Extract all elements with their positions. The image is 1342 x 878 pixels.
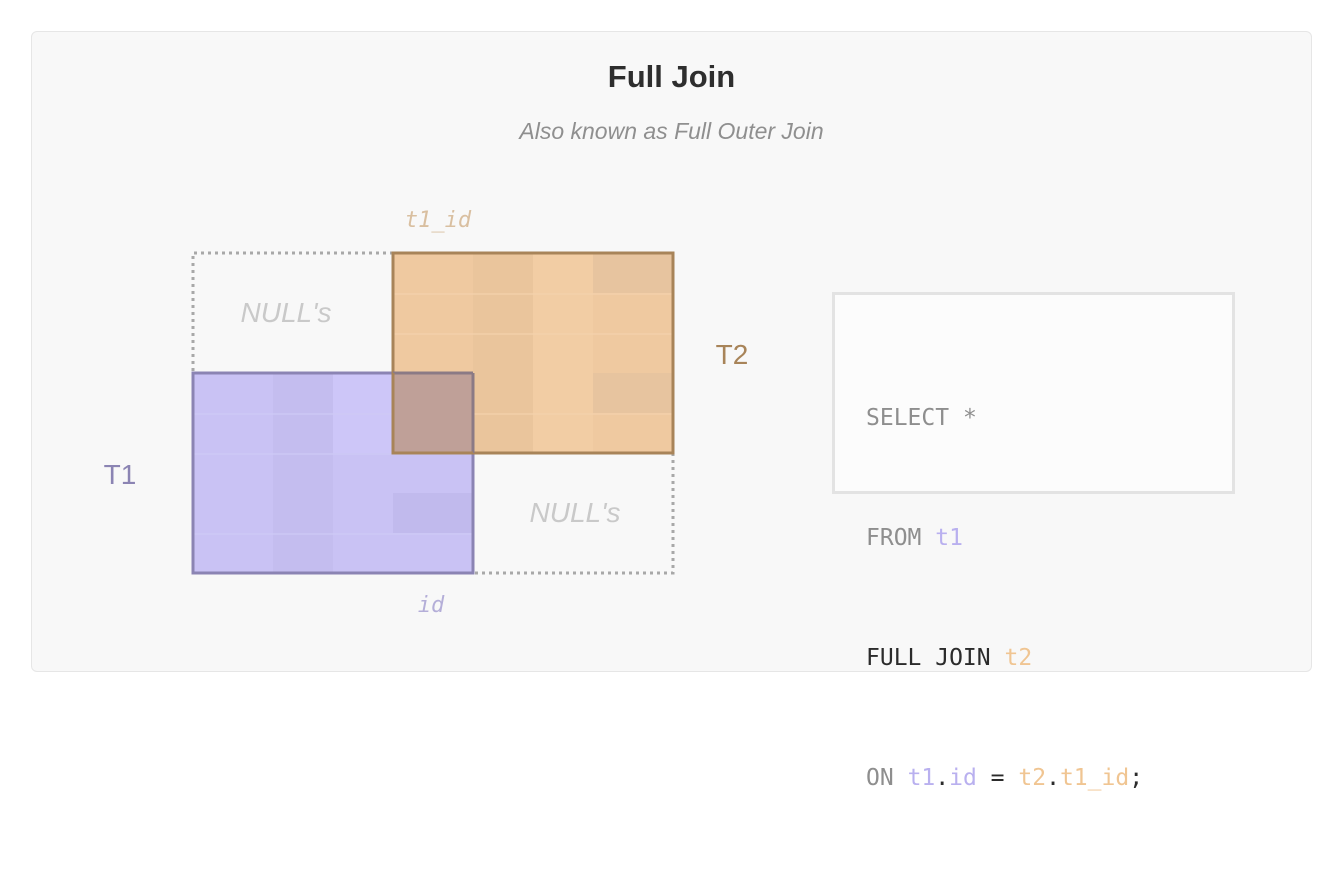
sql-keyword-on: ON [866,765,894,791]
sql-equals: = [976,765,1019,791]
sql-line-full-join: FULL JOIN t2 [866,638,1232,678]
t1-key-label: id [418,593,445,618]
sql-line-from: FROM t1 [866,518,1232,558]
sql-space [991,645,1005,671]
sql-semicolon: ; [1129,765,1144,791]
sql-ref-t1: t1 [907,765,936,791]
sql-keyword-select: SELECT [866,405,950,431]
t2-key-label: t1_id [405,208,472,233]
sql-space [921,525,935,551]
t1-label: T1 [104,459,137,490]
t2-label: T2 [716,339,749,370]
sql-space [894,765,908,791]
null-label-top: NULL's [241,297,332,328]
sql-col-t1-id: t1_id [1059,765,1130,791]
sql-dot: . [1046,765,1060,791]
sql-dot: . [935,765,950,791]
sql-star: * [962,405,977,431]
sql-line-select: SELECT * [866,398,1232,438]
sql-col-id: id [949,765,977,791]
sql-keyword-full-join: FULL JOIN [866,645,991,671]
sql-code-box: SELECT * FROM t1 FULL JOIN t2 ON t1.id =… [832,292,1235,791]
sql-keyword-from: FROM [866,525,922,551]
sql-table-t2: t2 [1004,645,1033,671]
null-label-bottom: NULL's [530,497,621,528]
sql-line-on: ON t1.id = t2.t1_id; [866,758,1232,798]
sql-ref-t2: t2 [1018,765,1047,791]
sql-space [949,405,963,431]
join-card: Full Join Also known as Full Outer Join [31,31,1312,791]
sql-table-t1: t1 [935,525,963,551]
overlap-region [391,371,475,455]
